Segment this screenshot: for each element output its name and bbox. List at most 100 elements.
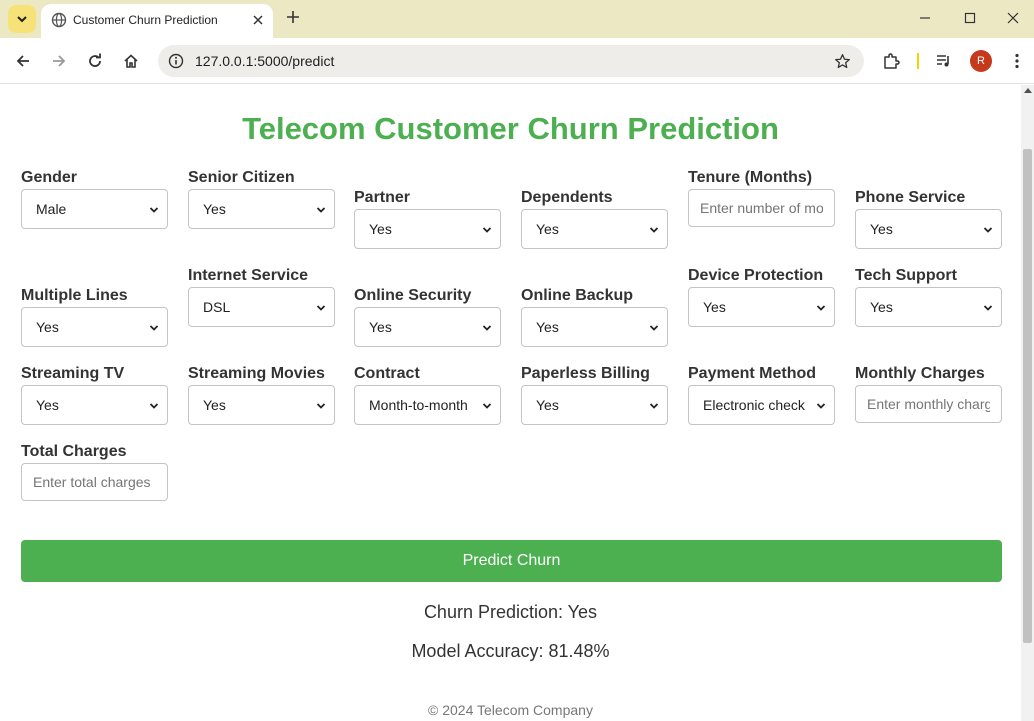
scroll-up-arrow[interactable] [1024, 88, 1032, 93]
chevron-down-icon [316, 403, 326, 409]
contract-select[interactable]: Month-to-month [354, 385, 501, 425]
arrow-right-icon [53, 55, 66, 67]
page-scrollbar[interactable] [1021, 85, 1034, 721]
streaming-tv-value: Yes [36, 397, 59, 413]
paperless-billing-value: Yes [536, 397, 559, 413]
chevron-down-icon [149, 207, 159, 213]
device-protection-field: Device Protection Yes [688, 267, 835, 327]
paperless-billing-select[interactable]: Yes [521, 385, 668, 425]
chevron-down-icon [983, 305, 993, 311]
gender-field: Gender Male [21, 169, 168, 229]
new-tab-button[interactable] [282, 6, 304, 28]
tech-support-select[interactable]: Yes [855, 287, 1002, 327]
streaming-movies-field: Streaming Movies Yes [188, 365, 335, 425]
browser-menu-button[interactable] [1005, 49, 1029, 73]
partner-select[interactable]: Yes [354, 209, 501, 249]
chevron-down-icon [649, 227, 659, 233]
info-icon [168, 53, 184, 69]
bookmark-button[interactable] [832, 51, 852, 71]
site-info-button[interactable] [166, 51, 186, 71]
tab-close-button[interactable] [249, 11, 267, 29]
internet-service-select[interactable]: DSL [188, 287, 335, 327]
playlist-icon [937, 55, 949, 67]
tab-search-button[interactable] [8, 5, 36, 33]
toolbar-divider [917, 53, 919, 69]
monthly-charges-input[interactable] [855, 385, 1002, 423]
streaming-tv-select[interactable]: Yes [21, 385, 168, 425]
star-icon [834, 53, 850, 68]
close-icon [253, 15, 263, 25]
contract-value: Month-to-month [369, 397, 468, 413]
home-icon [124, 54, 138, 68]
home-button[interactable] [116, 46, 146, 76]
device-protection-select[interactable]: Yes [688, 287, 835, 327]
model-accuracy: Model Accuracy: 81.48% [411, 641, 610, 661]
phone-service-select[interactable]: Yes [855, 209, 1002, 249]
tab-title: Customer Churn Prediction [73, 13, 218, 27]
chevron-down-icon [816, 305, 826, 311]
senior-citizen-select[interactable]: Yes [188, 189, 335, 229]
tenure-label: Tenure (Months) [688, 169, 813, 186]
online-backup-field: Online Backup Yes [521, 287, 668, 347]
browser-tab[interactable]: Customer Churn Prediction [41, 4, 273, 38]
online-backup-value: Yes [536, 319, 559, 335]
globe-icon [51, 12, 67, 28]
dependents-select[interactable]: Yes [521, 209, 668, 249]
contract-label: Contract [354, 365, 420, 382]
total-charges-input[interactable] [21, 463, 168, 501]
chevron-down-icon [649, 325, 659, 331]
total-charges-field: Total Charges [21, 443, 168, 501]
paperless-billing-field: Paperless Billing Yes [521, 365, 668, 425]
payment-method-value: Electronic check [703, 397, 805, 413]
streaming-tv-label: Streaming TV [21, 365, 125, 382]
chevron-down-icon [316, 305, 326, 311]
forward-button[interactable] [44, 46, 74, 76]
payment-method-select[interactable]: Electronic check [688, 385, 835, 425]
close-icon [1007, 12, 1019, 24]
extensions-button[interactable] [879, 49, 903, 73]
total-charges-label: Total Charges [21, 443, 127, 460]
internet-service-value: DSL [203, 299, 231, 315]
predict-churn-button[interactable]: Predict Churn [21, 540, 1002, 582]
address-bar[interactable]: 127.0.0.1:5000/predict [158, 45, 864, 77]
payment-method-label: Payment Method [688, 365, 817, 382]
phone-service-label: Phone Service [855, 189, 966, 206]
dependents-value: Yes [536, 221, 559, 237]
profile-avatar[interactable]: R [970, 50, 992, 72]
footer-copyright: © 2024 Telecom Company [428, 702, 593, 718]
minimize-button[interactable] [902, 0, 948, 36]
back-button[interactable] [8, 46, 38, 76]
media-controls-button[interactable] [932, 49, 956, 73]
online-security-select[interactable]: Yes [354, 307, 501, 347]
reload-button[interactable] [80, 46, 110, 76]
dependents-label: Dependents [521, 189, 613, 206]
tenure-input[interactable] [688, 189, 835, 227]
maximize-icon [964, 12, 976, 24]
monthly-charges-field: Monthly Charges [855, 365, 1002, 423]
tech-support-value: Yes [870, 299, 893, 315]
chevron-down-icon [149, 403, 159, 409]
close-window-button[interactable] [992, 0, 1034, 36]
url-text[interactable]: 127.0.0.1:5000/predict [195, 53, 334, 69]
tech-support-field: Tech Support Yes [855, 267, 1002, 327]
streaming-movies-select[interactable]: Yes [188, 385, 335, 425]
online-security-label: Online Security [354, 287, 472, 304]
phone-service-field: Phone Service Yes [855, 189, 1002, 249]
senior-citizen-label: Senior Citizen [188, 169, 295, 186]
online-backup-select[interactable]: Yes [521, 307, 668, 347]
arrow-left-icon [16, 55, 29, 67]
payment-method-field: Payment Method Electronic check [688, 365, 835, 425]
plus-icon [287, 11, 299, 23]
multiple-lines-label: Multiple Lines [21, 287, 128, 304]
gender-select[interactable]: Male [21, 189, 168, 229]
online-backup-label: Online Backup [521, 287, 634, 304]
partner-label: Partner [354, 189, 411, 206]
scroll-thumb[interactable] [1023, 149, 1032, 643]
partner-value: Yes [369, 221, 392, 237]
chevron-down-icon [482, 227, 492, 233]
multiple-lines-select[interactable]: Yes [21, 307, 168, 347]
chevron-down-icon [649, 403, 659, 409]
chevron-down-icon [983, 227, 993, 233]
maximize-button[interactable] [947, 0, 993, 36]
tech-support-label: Tech Support [855, 267, 957, 284]
